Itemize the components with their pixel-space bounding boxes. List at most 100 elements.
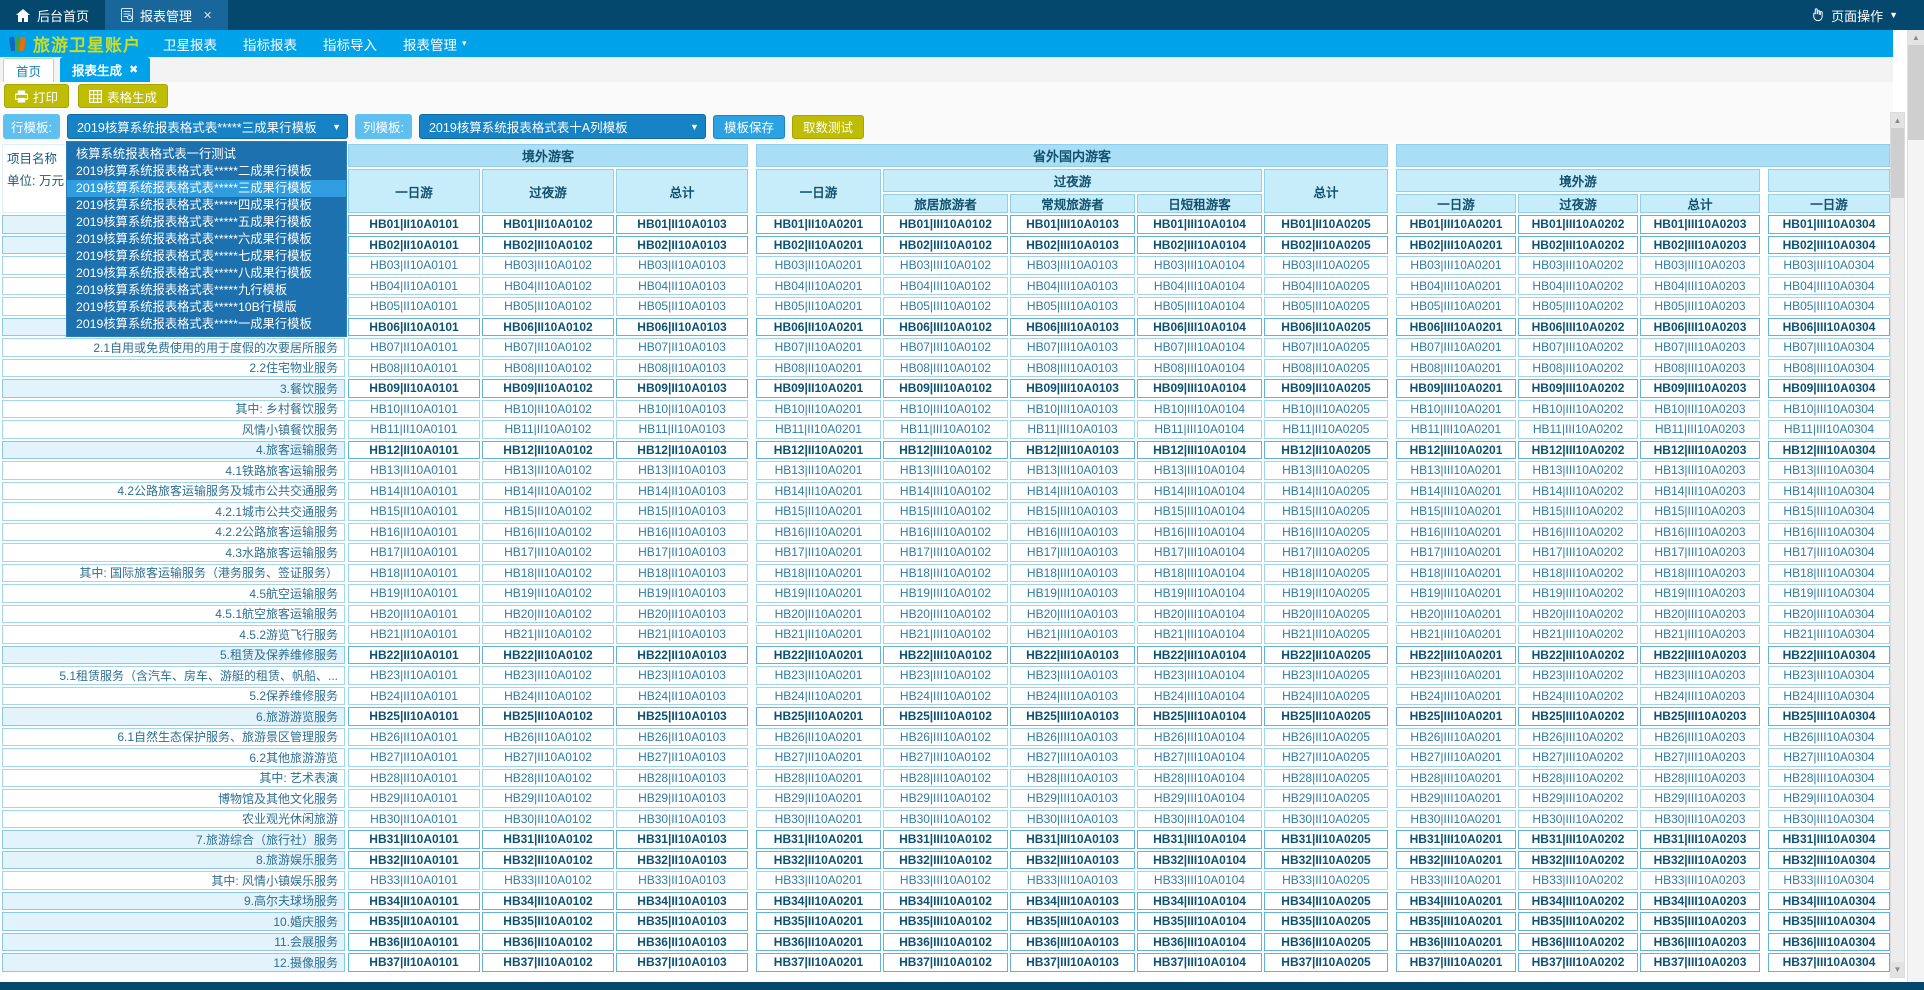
table-cell: HB06|II10A0205: [1264, 318, 1388, 337]
bottom-edge-bar: [0, 982, 1924, 990]
table-cell: HB21|II10A0103: [616, 625, 748, 644]
save-template-button[interactable]: 模板保存: [713, 115, 785, 139]
dropdown-option[interactable]: 2019核算系统报表格式表*****四成果行模板: [67, 197, 346, 214]
row-label: 4.5.2游览飞行服务: [2, 625, 345, 644]
scrollbar-thumb[interactable]: [1891, 128, 1904, 198]
print-button[interactable]: 打印: [4, 84, 69, 108]
column-group-gap: [1389, 255, 1395, 276]
column-group-gap: [749, 891, 755, 912]
table-cell: HB15|II10A0201: [756, 502, 881, 521]
col-template-value: 2019核算系统报表格式表十A列模板: [429, 117, 628, 136]
report-management-tab[interactable]: 报表管理 ✕: [105, 0, 228, 30]
tab-close-icon[interactable]: ✕: [203, 9, 212, 22]
page-actions-menu[interactable]: 页面操作 ▼: [1810, 0, 1898, 30]
dropdown-option[interactable]: 2019核算系统报表格式表*****七成果行模板: [67, 248, 346, 265]
table-cell: HB21|III10A0203: [1640, 625, 1760, 644]
column-group-gap: [1389, 911, 1395, 932]
table-row: 4.1铁路旅客运输服务HB13|II10A0101HB13|II10A0102H…: [2, 460, 1891, 481]
table-cell: HB02|III10A0201: [1396, 236, 1516, 255]
table-cell: HB30|II10A0205: [1264, 810, 1388, 829]
menu-item-indicator-reports[interactable]: 指标报表: [243, 34, 297, 54]
menu-item-report-management[interactable]: 报表管理 ▾: [403, 34, 467, 54]
table-cell: HB02|III10A0102: [883, 236, 1008, 255]
table-cell: HB10|III10A0304: [1768, 400, 1890, 419]
table-cell: HB34|II10A0205: [1264, 892, 1388, 911]
dropdown-option[interactable]: 2019核算系统报表格式表*****六成果行模板: [67, 231, 346, 248]
table-generate-button[interactable]: 表格生成: [78, 84, 168, 108]
dropdown-option[interactable]: 2019核算系统报表格式表*****一成果行模板: [67, 316, 346, 333]
table-cell: HB36|II10A0102: [482, 933, 614, 952]
home-tab[interactable]: 后台首页: [0, 0, 105, 30]
table-cell: HB31|II10A0205: [1264, 830, 1388, 849]
column-group-gap: [1389, 706, 1395, 727]
table-cell: HB29|III10A0304: [1768, 789, 1890, 808]
dropdown-option[interactable]: 核算系统报表格式表一行测试: [67, 146, 346, 163]
menu-item-satellite-reports[interactable]: 卫星报表: [163, 34, 217, 54]
dropdown-option[interactable]: 2019核算系统报表格式表*****二成果行模板: [67, 163, 346, 180]
table-cell: HB09|II10A0201: [756, 379, 881, 398]
menu-item-indicator-import[interactable]: 指标导入: [323, 34, 377, 54]
table-cell: HB16|III10A0202: [1518, 523, 1638, 542]
col-template-select[interactable]: 2019核算系统报表格式表十A列模板 ▼: [419, 114, 706, 139]
header-col-day-trip: 一日游: [1768, 194, 1890, 213]
column-group-gap: [749, 522, 755, 543]
row-label: 6.1自然生态保护服务、旅游景区管理服务: [2, 728, 345, 747]
table-cell: HB06|II10A0201: [756, 318, 881, 337]
column-group-gap: [1389, 686, 1395, 707]
table-cell: HB31|II10A0102: [482, 830, 614, 849]
column-group-gap: [1389, 235, 1395, 256]
fetch-test-button[interactable]: 取数测试: [792, 115, 864, 139]
row-template-select[interactable]: 2019核算系统报表格式表*****三成果行模板 ▼: [67, 114, 348, 139]
table-row: 5.2保养维修服务HB24|II10A0101HB24|II10A0102HB2…: [2, 686, 1891, 707]
table-row: 其中: 艺术表演HB28|II10A0101HB28|II10A0102HB28…: [2, 768, 1891, 789]
table-cell: HB23|II10A0101: [348, 666, 480, 685]
table-cell: HB32|III10A0103: [1010, 851, 1135, 870]
table-cell: HB24|II10A0103: [616, 687, 748, 706]
table-cell: HB37|II10A0101: [348, 953, 480, 972]
table-row: 4.5.1航空旅客运输服务HB20|II10A0101HB20|II10A010…: [2, 604, 1891, 625]
table-cell: HB25|II10A0103: [616, 707, 748, 726]
table-cell: HB32|III10A0202: [1518, 851, 1638, 870]
scroll-up-icon[interactable]: ▲: [1908, 30, 1924, 45]
table-cell: HB01|III10A0201: [1396, 215, 1516, 234]
column-group-gap: [1389, 419, 1395, 440]
table-row: 5.1租赁服务（含汽车、房车、游艇的租赁、帆船、...HB23|II10A010…: [2, 665, 1891, 686]
table-cell: HB22|II10A0201: [756, 646, 881, 665]
table-cell: HB14|III10A0103: [1010, 482, 1135, 501]
scroll-up-icon[interactable]: ▲: [1891, 113, 1904, 128]
table-cell: HB35|III10A0102: [883, 912, 1008, 931]
column-group-gap: [1761, 542, 1767, 563]
dropdown-option[interactable]: 2019核算系统报表格式表*****九行模板: [67, 282, 346, 299]
table-cell: HB34|III10A0103: [1010, 892, 1135, 911]
table-cell: HB15|II10A0102: [482, 502, 614, 521]
table-scrollbar[interactable]: ▲ ▼: [1890, 112, 1905, 978]
dropdown-option[interactable]: 2019核算系统报表格式表*****三成果行模板: [67, 180, 346, 197]
table-cell: HB34|II10A0102: [482, 892, 614, 911]
scroll-down-icon[interactable]: ▼: [1891, 962, 1904, 977]
tab-report-generation[interactable]: 报表生成 ✖: [60, 57, 150, 82]
table-cell: HB30|II10A0201: [756, 810, 881, 829]
table-cell: HB08|II10A0201: [756, 359, 881, 378]
table-cell: HB21|II10A0101: [348, 625, 480, 644]
dropdown-option[interactable]: 2019核算系统报表格式表*****八成果行模板: [67, 265, 346, 282]
table-cell: HB13|III10A0201: [1396, 461, 1516, 480]
tab-close-icon[interactable]: ✖: [129, 63, 138, 76]
column-group-gap: [749, 583, 755, 604]
table-cell: HB05|II10A0103: [616, 297, 748, 316]
scrollbar-thumb[interactable]: [1908, 45, 1924, 140]
table-cell: HB21|III10A0201: [1396, 625, 1516, 644]
page-scrollbar[interactable]: ▲: [1907, 30, 1924, 982]
dropdown-option[interactable]: 2019核算系统报表格式表*****五成果行模板: [67, 214, 346, 231]
row-label: 5.1租赁服务（含汽车、房车、游艇的租赁、帆船、...: [2, 666, 345, 685]
row-label: 其中: 乡村餐饮服务: [2, 400, 345, 419]
table-cell: HB16|II10A0101: [348, 523, 480, 542]
dropdown-option[interactable]: 2019核算系统报表格式表*****10B行模版: [67, 299, 346, 316]
tab-home[interactable]: 首页: [3, 58, 54, 82]
table-cell: HB23|II10A0102: [482, 666, 614, 685]
column-group-gap: [1761, 255, 1767, 276]
table-cell: HB23|III10A0104: [1137, 666, 1262, 685]
page-actions-label: 页面操作: [1831, 6, 1883, 25]
table-cell: HB05|III10A0304: [1768, 297, 1890, 316]
header-col-overnight: 过夜游: [883, 169, 1262, 192]
table-cell: HB24|II10A0102: [482, 687, 614, 706]
